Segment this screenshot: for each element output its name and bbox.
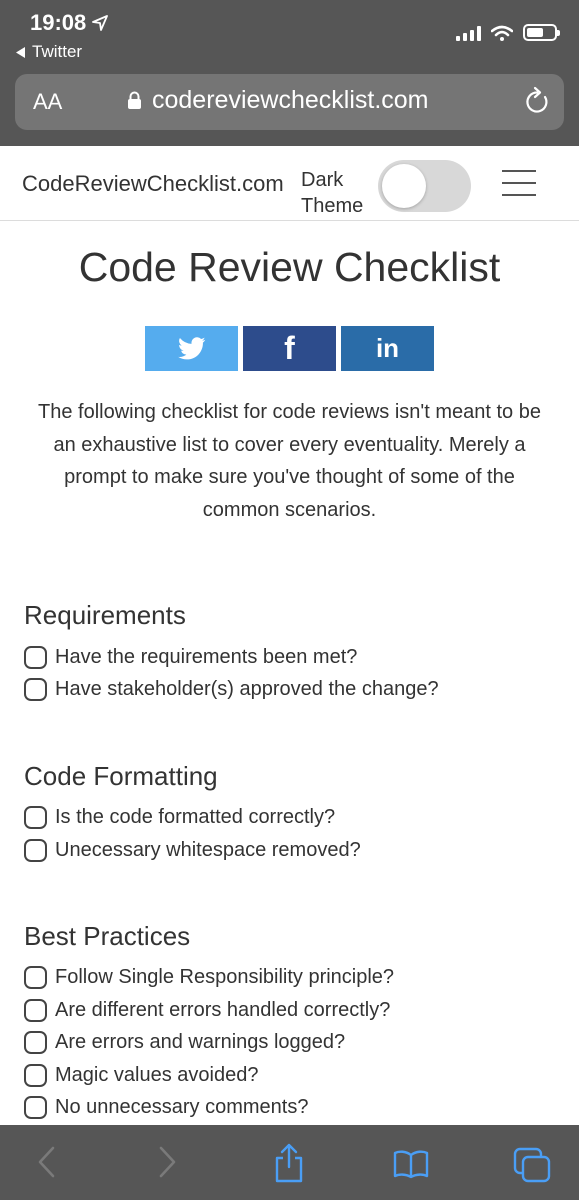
url-field[interactable]: codereviewchecklist.com [127, 86, 429, 115]
checklist-item[interactable]: Unecessary whitespace removed? [24, 839, 361, 862]
twitter-icon [177, 337, 205, 360]
browser-top-chrome: 19:08 Twitter AA codereviewchecklist.com [0, 0, 579, 146]
checklist-item[interactable]: Are different errors handled correctly? [24, 999, 390, 1022]
dark-theme-label: Dark Theme [301, 167, 371, 219]
back-triangle-icon [16, 46, 25, 58]
section-title-requirements: Requirements [24, 600, 186, 630]
page-title: Code Review Checklist [78, 244, 501, 290]
checkbox[interactable] [24, 966, 47, 989]
checklist-item-label: Follow Single Responsibility principle? [55, 966, 395, 988]
checkbox[interactable] [24, 1064, 47, 1087]
status-time: 19:08 [30, 10, 87, 35]
checkbox[interactable] [24, 806, 47, 829]
back-app-label: Twitter [32, 42, 83, 61]
text-size-button[interactable]: AA [33, 89, 62, 115]
checklist-item[interactable]: Are errors and warnings logged? [24, 1031, 345, 1054]
share-facebook-button[interactable]: f [243, 326, 336, 371]
status-time-area: 19:08 [30, 10, 109, 36]
menu-icon[interactable] [502, 170, 536, 196]
browser-toolbar [0, 1125, 579, 1200]
battery-icon [523, 24, 560, 41]
share-icon[interactable] [273, 1143, 305, 1183]
checklist-item-label: Are errors and warnings logged? [55, 1031, 346, 1053]
checklist-item-label: Is the code formatted correctly? [55, 806, 336, 828]
url-text: codereviewchecklist.com [152, 86, 429, 114]
checklist-item-label: Are different errors handled correctly? [55, 999, 391, 1021]
linkedin-icon: in [375, 333, 400, 363]
status-indicators [456, 24, 560, 41]
checkbox[interactable] [24, 678, 47, 701]
site-brand-link[interactable]: CodeReviewChecklist.com [22, 171, 284, 197]
checklist-item[interactable]: Magic values avoided? [24, 1064, 258, 1087]
checkbox[interactable] [24, 1031, 47, 1054]
tabs-icon[interactable] [513, 1147, 551, 1183]
bookmarks-icon[interactable] [393, 1149, 429, 1179]
checkbox[interactable] [24, 1096, 47, 1119]
checklist-item-label: No unnecessary comments? [55, 1096, 309, 1118]
share-linkedin-button[interactable]: in [341, 326, 434, 371]
checkbox[interactable] [24, 999, 47, 1022]
facebook-icon: f [284, 330, 295, 366]
checklist-item-label: Unecessary whitespace removed? [55, 839, 361, 861]
dark-theme-toggle[interactable] [378, 160, 471, 212]
checklist-item-label: Have the requirements been met? [55, 646, 358, 668]
back-icon[interactable] [36, 1145, 58, 1179]
back-to-app-link[interactable]: Twitter [16, 42, 82, 62]
toggle-knob [382, 164, 426, 208]
checkbox[interactable] [24, 839, 47, 862]
section-title-best-practices: Best Practices [24, 921, 191, 951]
section-title-code-formatting: Code Formatting [24, 761, 218, 791]
wifi-icon [491, 25, 513, 41]
location-arrow-icon [92, 15, 109, 31]
forward-icon[interactable] [156, 1145, 178, 1179]
share-twitter-button[interactable] [145, 326, 238, 371]
reload-icon[interactable] [524, 86, 550, 116]
site-header: CodeReviewChecklist.com Dark Theme [0, 146, 579, 221]
checklist-item-label: Have stakeholder(s) approved the change? [55, 678, 439, 700]
checklist-item[interactable]: Have stakeholder(s) approved the change? [24, 678, 439, 701]
checklist-item[interactable]: Is the code formatted correctly? [24, 806, 335, 829]
signal-icon [456, 25, 481, 41]
address-bar[interactable]: AA codereviewchecklist.com [15, 74, 564, 130]
checklist-item[interactable]: No unnecessary comments? [24, 1096, 308, 1119]
checklist-item-label: Magic values avoided? [55, 1064, 259, 1086]
checkbox[interactable] [24, 646, 47, 669]
share-buttons: f in [145, 326, 434, 371]
lock-icon [128, 91, 141, 109]
intro-text: The following checklist for code reviews… [38, 401, 541, 521]
checklist-item[interactable]: Have the requirements been met? [24, 646, 357, 669]
checklist-item[interactable]: Follow Single Responsibility principle? [24, 966, 394, 989]
